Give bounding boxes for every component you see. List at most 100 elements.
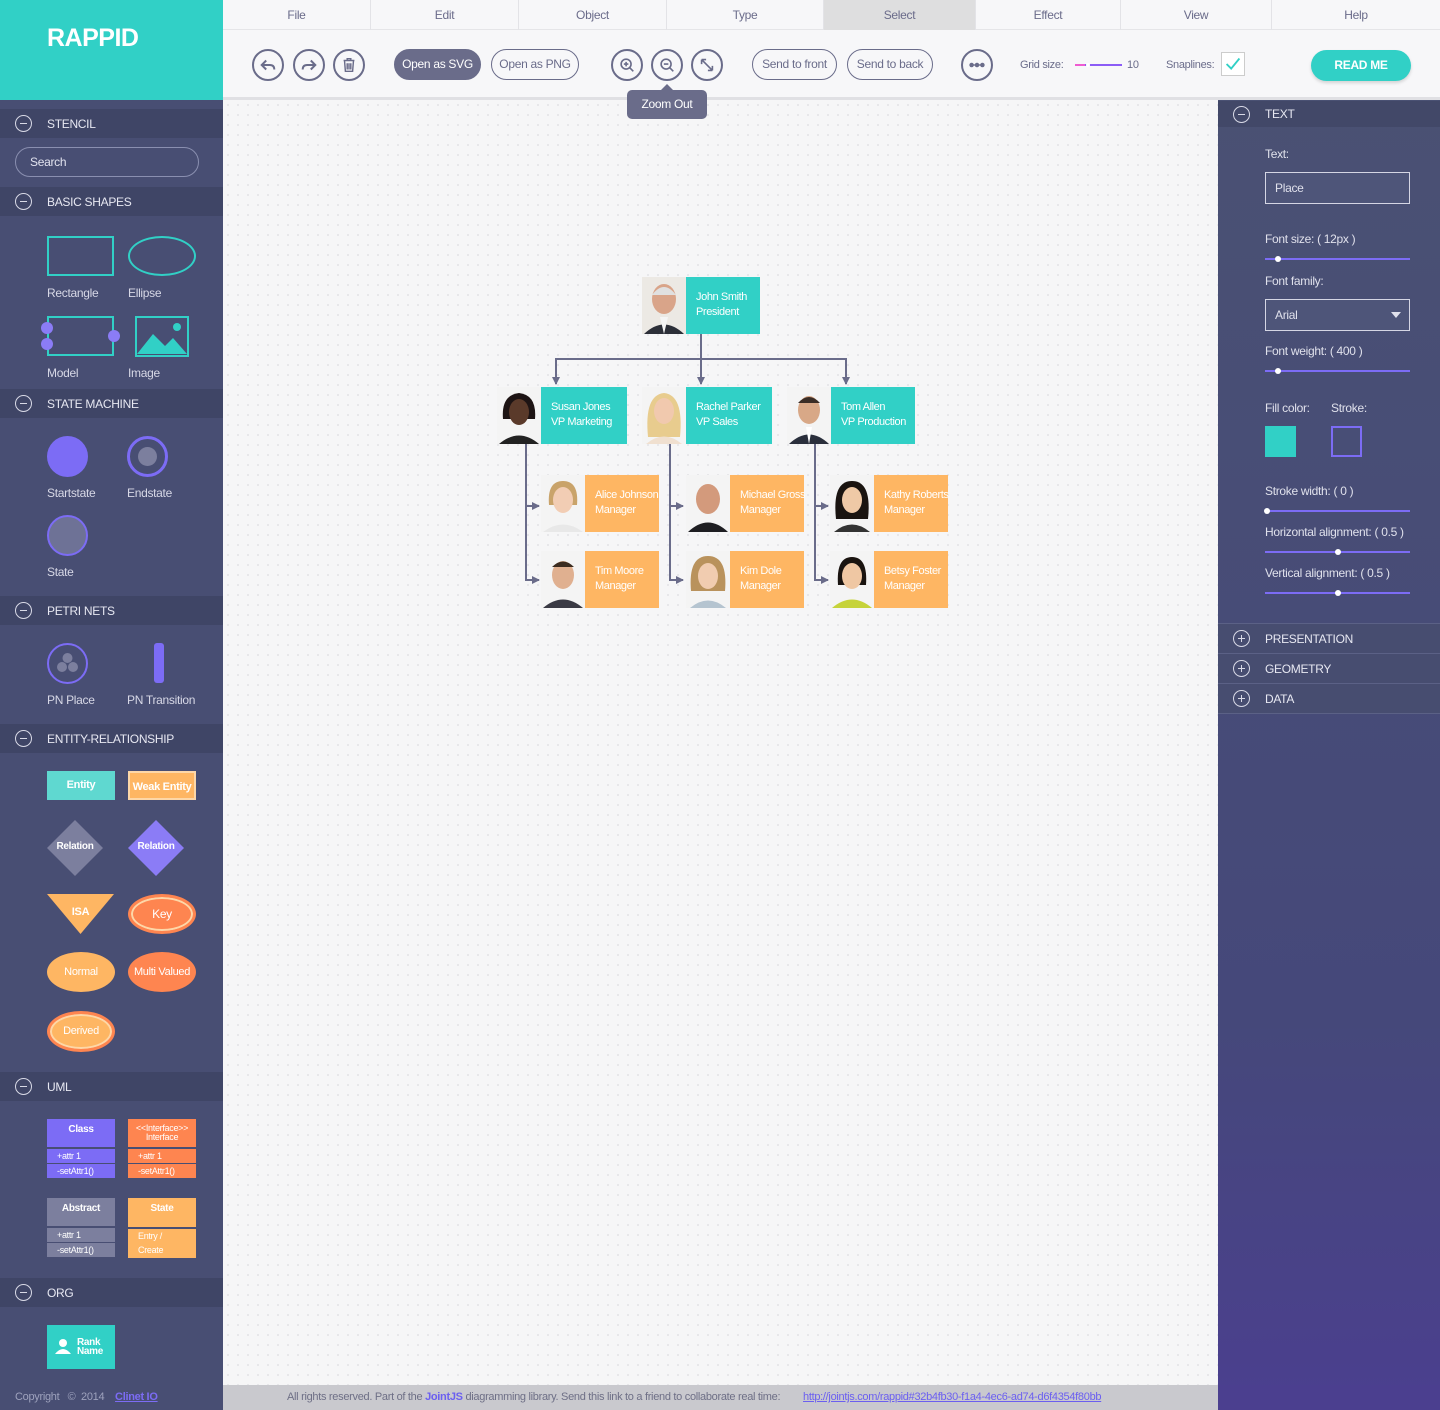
uml-abstract-shape[interactable]: Abstract +attr 1 -setAttr1() [47, 1198, 115, 1257]
grid-size-slider[interactable] [1075, 63, 1122, 67]
org-member-shape[interactable]: Rank Name [47, 1325, 115, 1369]
collapse-icon[interactable] [1233, 105, 1250, 123]
section-title: PETRI NETS [47, 603, 115, 618]
zoom-out-button[interactable] [651, 49, 683, 81]
state-shape[interactable] [47, 515, 88, 556]
collapse-icon[interactable] [15, 193, 32, 210]
org-node-vp[interactable]: Tom Allen VP Production [787, 387, 915, 444]
pn-place-shape[interactable] [47, 643, 88, 684]
zoom-to-fit-button[interactable] [691, 49, 723, 81]
section-data[interactable]: DATA [1218, 684, 1440, 713]
diagram-canvas[interactable]: John Smith President Susan Jones VP Mark… [223, 100, 1218, 1385]
org-node-manager[interactable]: Betsy Foster Manager [830, 551, 948, 608]
multivalued-attribute-shape[interactable]: Multi Valued [128, 952, 196, 992]
send-to-back-button[interactable]: Send to back [847, 49, 933, 80]
section-basic-shapes[interactable]: BASIC SHAPES [0, 187, 223, 216]
collapse-icon[interactable] [15, 730, 32, 747]
jointjs-link[interactable]: JointJS [425, 1391, 463, 1403]
stencil-panel: STENCIL Search BASIC SHAPES Rectangle El… [0, 100, 223, 1410]
model-shape[interactable] [47, 316, 114, 356]
org-node-manager[interactable]: Michael Gross Manager [686, 475, 806, 532]
person-name: Kathy Roberts [884, 489, 949, 501]
redo-button[interactable] [293, 49, 325, 81]
snaplines-checkbox[interactable] [1221, 52, 1245, 76]
menu-select[interactable]: Select [824, 0, 976, 30]
layout-button[interactable] [961, 49, 993, 81]
section-state-machine[interactable]: STATE MACHINE [0, 389, 223, 418]
font-size-slider[interactable] [1265, 256, 1410, 262]
startstate-shape[interactable] [47, 436, 88, 477]
share-url-link[interactable]: http://jointjs.com/rappid#32b4fb30-f1a4-… [803, 1391, 1101, 1403]
section-presentation[interactable]: PRESENTATION [1218, 624, 1440, 653]
org-node-president[interactable]: John Smith President [642, 277, 760, 334]
identifying-relation-shape[interactable]: Relation [128, 820, 184, 876]
menu-file[interactable]: File [223, 0, 371, 30]
menu-help[interactable]: Help [1272, 0, 1440, 30]
company-link[interactable]: Clinet IO [115, 1391, 158, 1403]
zoom-in-button[interactable] [611, 49, 643, 81]
collapse-icon[interactable] [15, 602, 32, 619]
uml-class-shape[interactable]: Class +attr 1 -setAttr1() [47, 1119, 115, 1178]
uml-state-shape[interactable]: State Entry / Create [128, 1198, 196, 1258]
menu-edit[interactable]: Edit [371, 0, 519, 30]
send-to-front-button[interactable]: Send to front [752, 49, 837, 80]
org-node-manager[interactable]: Tim Moore Manager [541, 551, 659, 608]
person-photo [787, 387, 831, 444]
weak-entity-shape[interactable]: Weak Entity [128, 771, 196, 800]
expand-icon[interactable] [1233, 660, 1250, 677]
menu-type[interactable]: Type [667, 0, 824, 30]
org-node-manager[interactable]: Alice Johnson Manager [541, 475, 659, 532]
relation-shape[interactable]: Relation [47, 820, 103, 876]
delete-button[interactable] [333, 49, 365, 81]
horizontal-alignment-slider[interactable] [1265, 549, 1410, 555]
section-geometry[interactable]: GEOMETRY [1218, 654, 1440, 683]
collapse-icon[interactable] [15, 395, 32, 412]
section-text[interactable]: TEXT [1218, 101, 1440, 127]
image-shape[interactable] [135, 316, 189, 357]
entity-shape[interactable]: Entity [47, 771, 115, 800]
section-petri-nets[interactable]: PETRI NETS [0, 596, 223, 625]
collapse-icon[interactable] [15, 1284, 32, 1301]
collapse-icon[interactable] [15, 1078, 32, 1095]
menu-object[interactable]: Object [519, 0, 667, 30]
org-node-vp[interactable]: Rachel Parker VP Sales [642, 387, 772, 444]
vertical-alignment-slider[interactable] [1265, 590, 1410, 596]
org-node-manager[interactable]: Kim Dole Manager [686, 551, 804, 608]
normal-attribute-shape[interactable]: Normal [47, 952, 115, 992]
search-input[interactable]: Search [15, 147, 199, 177]
menu-view[interactable]: View [1121, 0, 1272, 30]
org-node-vp[interactable]: Susan Jones VP Marketing [497, 387, 627, 444]
redo-icon [301, 59, 317, 71]
isa-shape[interactable]: ISA [47, 894, 114, 934]
text-input[interactable]: Place [1265, 172, 1410, 204]
menu-effect[interactable]: Effect [976, 0, 1121, 30]
key-attribute-shape[interactable]: Key [128, 894, 196, 934]
section-uml[interactable]: UML [0, 1072, 223, 1101]
font-weight-slider[interactable] [1265, 368, 1410, 374]
expand-icon[interactable] [1233, 630, 1250, 647]
derived-attribute-shape[interactable]: Derived [47, 1011, 115, 1052]
expand-icon[interactable] [1233, 690, 1250, 707]
endstate-shape[interactable] [127, 436, 168, 477]
stencil-header[interactable]: STENCIL [0, 109, 223, 138]
fill-color-swatch[interactable] [1265, 426, 1296, 457]
font-family-select[interactable]: Arial [1265, 299, 1410, 331]
stroke-width-slider[interactable] [1264, 508, 1410, 514]
undo-button[interactable] [252, 49, 284, 81]
pn-transition-shape[interactable] [154, 643, 164, 683]
open-png-button[interactable]: Open as PNG [491, 49, 579, 80]
open-svg-button[interactable]: Open as SVG [394, 49, 481, 80]
section-entity-relationship[interactable]: ENTITY-RELATIONSHIP [0, 724, 223, 753]
collapse-icon[interactable] [15, 115, 32, 132]
ellipse-shape[interactable] [128, 236, 196, 276]
rectangle-shape[interactable] [47, 236, 114, 276]
person-role: VP Marketing [551, 416, 613, 428]
uml-interface-shape[interactable]: <<Interface>> Interface +attr 1 -setAttr… [128, 1119, 196, 1178]
org-node-manager[interactable]: Kathy Roberts Manager [830, 475, 949, 532]
read-me-button[interactable]: READ ME [1311, 50, 1411, 81]
chevron-down-icon [1391, 312, 1401, 318]
tokens-icon [57, 653, 78, 672]
section-org[interactable]: ORG [0, 1278, 223, 1307]
person-photo [830, 551, 874, 608]
stroke-color-swatch[interactable] [1331, 426, 1362, 457]
